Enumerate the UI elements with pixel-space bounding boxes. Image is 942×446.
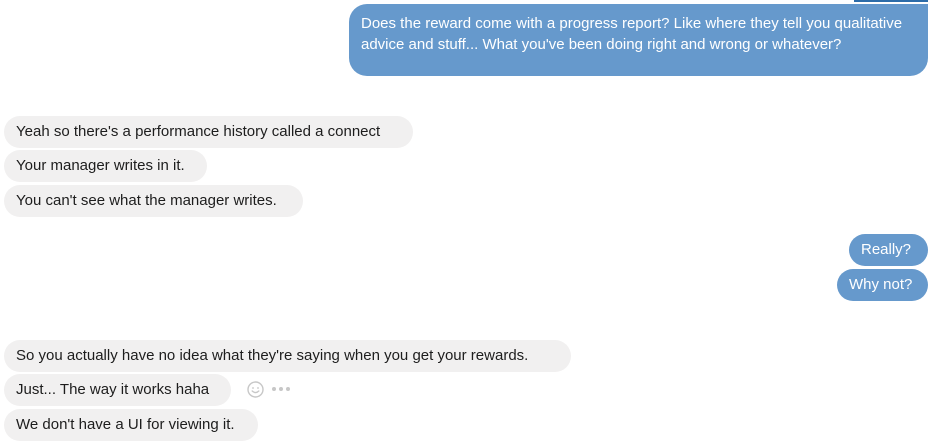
smiley-icon[interactable] bbox=[246, 380, 264, 398]
message-incoming[interactable]: Your manager writes in it. bbox=[4, 150, 207, 182]
message-incoming[interactable]: Just... The way it works haha bbox=[4, 374, 231, 406]
more-icon[interactable] bbox=[272, 380, 290, 398]
message-actions bbox=[246, 380, 290, 398]
message-incoming[interactable]: You can't see what the manager writes. bbox=[4, 185, 303, 217]
message-incoming[interactable]: Yeah so there's a performance history ca… bbox=[4, 116, 413, 148]
chat-thread: Does the reward come with a progress rep… bbox=[0, 0, 942, 446]
message-outgoing[interactable]: Why not? bbox=[837, 269, 928, 301]
message-outgoing[interactable]: Really? bbox=[849, 234, 928, 266]
message-outgoing[interactable]: Does the reward come with a progress rep… bbox=[349, 4, 928, 76]
message-incoming[interactable]: We don't have a UI for viewing it. bbox=[4, 409, 258, 441]
previous-bubble-edge bbox=[854, 0, 928, 2]
message-incoming[interactable]: So you actually have no idea what they'r… bbox=[4, 340, 571, 372]
